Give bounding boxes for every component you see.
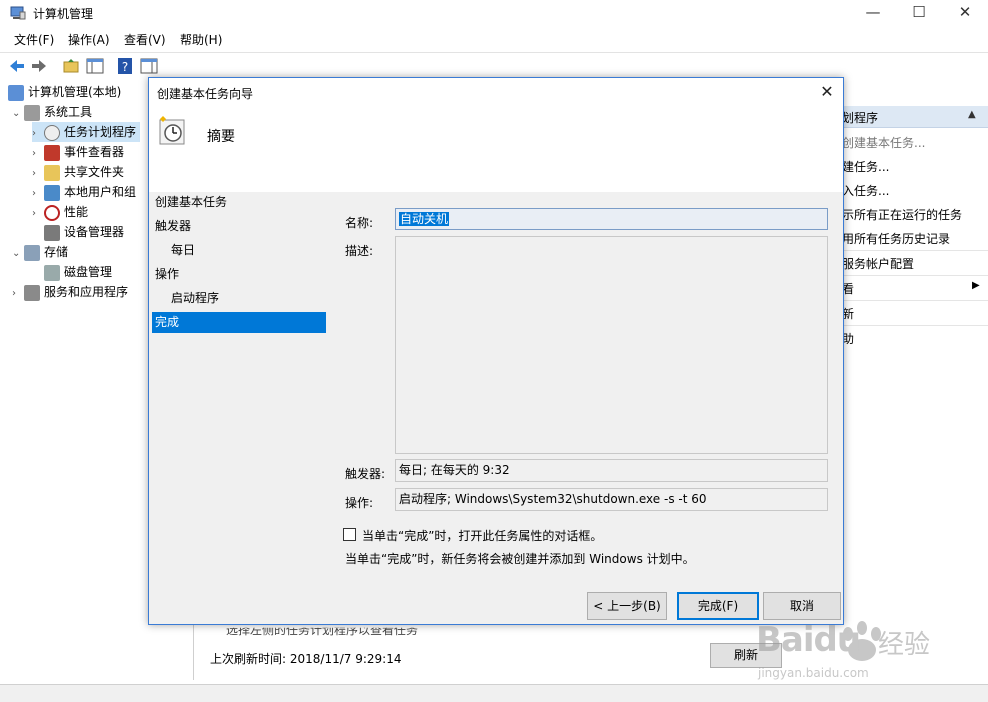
tree-root[interactable]: 计算机管理(本地) bbox=[8, 82, 121, 102]
expand-chevron-icon[interactable]: › bbox=[32, 144, 44, 164]
name-label: 名称: bbox=[345, 216, 374, 230]
submenu-arrow-icon: ▶ bbox=[972, 280, 980, 291]
tree-item-performance[interactable]: › 性能 bbox=[32, 202, 88, 222]
baidu-brand-text: Baidu bbox=[756, 620, 861, 660]
divider bbox=[838, 325, 988, 326]
step-daily: 每日 bbox=[171, 243, 196, 257]
expand-chevron-icon[interactable]: › bbox=[32, 204, 44, 224]
action-label: 操作: bbox=[345, 496, 374, 510]
step-finish: 完成 bbox=[152, 312, 326, 333]
action-import-task[interactable]: 入任务... bbox=[842, 182, 889, 199]
services-icon bbox=[24, 284, 40, 301]
expand-chevron-icon[interactable]: ⌄ bbox=[12, 244, 24, 264]
help-icon[interactable]: ? bbox=[116, 57, 134, 75]
action-create-task[interactable]: 建任务... bbox=[842, 158, 889, 175]
toolbar: ? bbox=[0, 52, 988, 78]
action-readonly-field: 启动程序; Windows\System32\shutdown.exe -s -… bbox=[395, 488, 828, 511]
description-textarea[interactable] bbox=[395, 236, 828, 454]
trigger-readonly-field: 每日; 在每天的 9:32 bbox=[395, 459, 828, 482]
divider bbox=[838, 250, 988, 251]
performance-icon bbox=[44, 204, 60, 221]
expand-chevron-icon[interactable]: › bbox=[32, 124, 44, 144]
step-trigger: 触发器 bbox=[155, 219, 192, 233]
baidu-brand-cn: 经验 bbox=[878, 630, 931, 660]
collapse-up-icon[interactable]: ▲ bbox=[968, 109, 976, 120]
tree-item-shared-folders[interactable]: › 共享文件夹 bbox=[32, 162, 124, 182]
clock-icon bbox=[44, 124, 60, 141]
dialog-header: 摘要 bbox=[149, 106, 843, 192]
tree-item-task-scheduler[interactable]: › 任务计划程序 bbox=[32, 122, 141, 144]
finish-button[interactable]: 完成(F) bbox=[677, 592, 759, 620]
tree-item-storage[interactable]: ⌄ 存储 bbox=[12, 242, 68, 262]
computer-management-icon bbox=[10, 5, 26, 21]
dialog-heading: 摘要 bbox=[207, 129, 235, 145]
action-create-basic-task[interactable]: 创建基本任务... bbox=[842, 134, 925, 151]
users-icon bbox=[44, 184, 60, 201]
event-log-icon bbox=[44, 144, 60, 161]
computer-icon bbox=[8, 84, 24, 101]
tools-icon bbox=[24, 104, 40, 121]
trigger-label: 触发器: bbox=[345, 467, 386, 481]
tree-item-disk-management[interactable]: 磁盘管理 bbox=[32, 262, 112, 282]
expand-chevron-icon[interactable]: › bbox=[12, 284, 24, 304]
menu-view[interactable]: 查看(V) bbox=[124, 31, 166, 48]
minimize-button[interactable]: — bbox=[850, 0, 896, 26]
show-hide-action-pane-icon[interactable] bbox=[140, 57, 158, 75]
action-service-account-config[interactable]: 服务帐户配置 bbox=[842, 255, 914, 272]
last-refresh-label: 上次刷新时间: 2018/11/7 9:29:14 bbox=[210, 652, 402, 666]
window-titlebar: 计算机管理 — ☐ ✕ bbox=[0, 0, 988, 26]
tree-item-local-users[interactable]: › 本地用户和组 bbox=[32, 182, 136, 202]
step-start-program: 启动程序 bbox=[171, 291, 220, 305]
wizard-steps: 创建基本任务 触发器 每日 操作 启动程序 完成 bbox=[149, 192, 329, 492]
close-button[interactable]: ✕ bbox=[942, 0, 988, 26]
storage-icon bbox=[24, 244, 40, 261]
open-properties-label[interactable]: 当单击“完成”时，打开此任务属性的对话框。 bbox=[362, 527, 602, 544]
task-clock-icon bbox=[157, 116, 187, 146]
tree-item-system-tools[interactable]: ⌄ 系统工具 bbox=[12, 102, 92, 122]
folder-up-icon[interactable] bbox=[62, 57, 80, 75]
open-properties-checkbox[interactable] bbox=[343, 528, 356, 541]
actions-header[interactable]: 划程序 ▲ bbox=[838, 106, 988, 128]
baidu-jingyan-watermark: Baidu 经验 jingyan.baidu.com bbox=[752, 612, 952, 688]
create-basic-task-wizard: 创建基本任务向导 ✕ 摘要 创建基本任务 触发器 每日 操作 启动程序 完成 名… bbox=[148, 77, 844, 625]
divider bbox=[838, 300, 988, 301]
expand-chevron-icon[interactable]: › bbox=[32, 184, 44, 204]
tree-item-services-apps[interactable]: › 服务和应用程序 bbox=[12, 282, 128, 302]
menu-help[interactable]: 帮助(H) bbox=[180, 31, 222, 48]
back-arrow-icon[interactable] bbox=[8, 57, 26, 75]
menu-action[interactable]: 操作(A) bbox=[68, 31, 110, 48]
dialog-titlebar: 创建基本任务向导 ✕ bbox=[149, 78, 843, 106]
expand-chevron-icon[interactable]: › bbox=[32, 164, 44, 184]
name-input[interactable]: 自动关机 bbox=[395, 208, 828, 230]
maximize-button[interactable]: ☐ bbox=[896, 0, 942, 26]
description-label: 描述: bbox=[345, 244, 374, 258]
finish-info-text: 当单击“完成”时，新任务将会被创建并添加到 Windows 计划中。 bbox=[345, 552, 695, 566]
step-create-basic-task: 创建基本任务 bbox=[155, 195, 228, 209]
actions-pane: 划程序 ▲ 创建基本任务... 建任务... 入任务... 示所有正在运行的任务… bbox=[838, 106, 988, 686]
show-hide-tree-icon[interactable] bbox=[86, 57, 104, 75]
shared-folder-icon bbox=[44, 164, 60, 181]
svg-text:?: ? bbox=[122, 60, 128, 74]
forward-arrow-icon[interactable] bbox=[30, 57, 48, 75]
expand-chevron-icon[interactable]: ⌄ bbox=[12, 104, 24, 124]
back-button[interactable]: < 上一步(B) bbox=[587, 592, 667, 620]
action-show-running-tasks[interactable]: 示所有正在运行的任务 bbox=[842, 206, 962, 223]
menu-file[interactable]: 文件(F) bbox=[14, 31, 54, 48]
dialog-close-button[interactable]: ✕ bbox=[815, 81, 839, 103]
dialog-title: 创建基本任务向导 bbox=[157, 87, 254, 101]
tree-item-device-manager[interactable]: 设备管理器 bbox=[32, 222, 124, 242]
device-manager-icon bbox=[44, 224, 60, 241]
window-title: 计算机管理 bbox=[33, 7, 94, 21]
tree-item-event-viewer[interactable]: › 事件查看器 bbox=[32, 142, 124, 162]
action-enable-history[interactable]: 用所有任务历史记录 bbox=[842, 230, 950, 247]
disk-icon bbox=[44, 264, 60, 281]
watermark-url: jingyan.baidu.com bbox=[758, 666, 869, 680]
step-action: 操作 bbox=[155, 267, 180, 281]
menu-bar: 文件(F) 操作(A) 查看(V) 帮助(H) bbox=[0, 28, 988, 50]
divider bbox=[838, 275, 988, 276]
